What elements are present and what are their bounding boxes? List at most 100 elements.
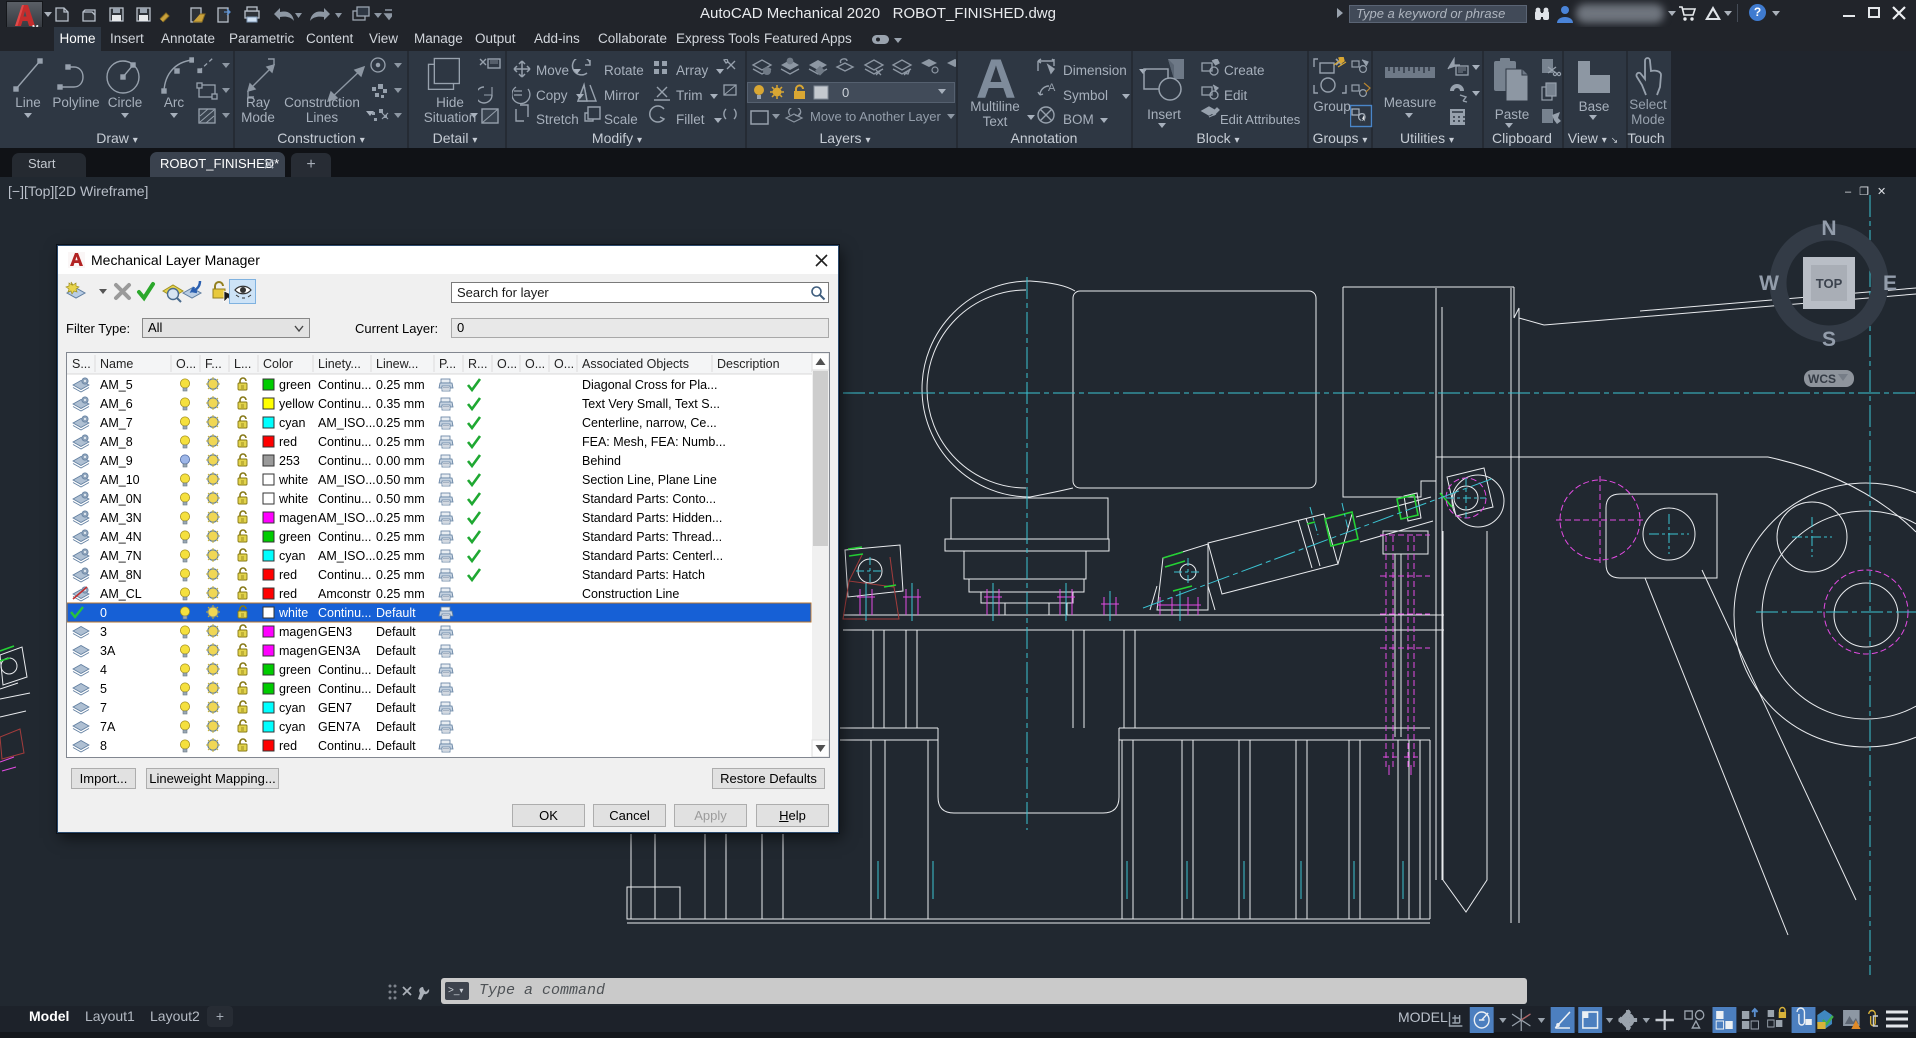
svg-text:green: green (279, 682, 311, 696)
svg-text:Construction Line: Construction Line (582, 587, 679, 601)
svg-text:FEA: Mesh, FEA: Numb...: FEA: Mesh, FEA: Numb... (582, 435, 726, 449)
svg-text:Continu...: Continu... (318, 378, 372, 392)
svg-text:Standard Parts: Hatch: Standard Parts: Hatch (582, 568, 705, 582)
svg-text:3: 3 (100, 625, 107, 639)
svg-text:0.25 mm: 0.25 mm (376, 587, 425, 601)
svg-text:WCS: WCS (1808, 372, 1836, 386)
svg-text:Color: Color (263, 357, 293, 371)
svg-text:green: green (279, 530, 311, 544)
svg-text:N: N (1821, 217, 1836, 240)
svg-text:Linety...: Linety... (318, 357, 361, 371)
svg-text:Default: Default (376, 739, 416, 753)
svg-text:GEN7: GEN7 (318, 701, 352, 715)
svg-text:Continu...: Continu... (318, 397, 372, 411)
svg-text:AM_8: AM_8 (100, 435, 133, 449)
svg-text:Description: Description (717, 357, 780, 371)
svg-text:AM_CL: AM_CL (100, 587, 142, 601)
svg-text:S: S (1822, 328, 1836, 351)
svg-text:O...: O... (554, 357, 574, 371)
svg-text:Default: Default (376, 682, 416, 696)
svg-text:W: W (1759, 272, 1779, 295)
svg-text:0.00 mm: 0.00 mm (376, 454, 425, 468)
svg-text:4: 4 (100, 663, 107, 677)
svg-text:3A: 3A (100, 644, 116, 658)
svg-text:Default: Default (376, 720, 416, 734)
svg-text:red: red (279, 435, 297, 449)
svg-text:0.50 mm: 0.50 mm (376, 473, 425, 487)
svg-text:Behind: Behind (582, 454, 621, 468)
svg-text:Section Line, Plane Line: Section Line, Plane Line (582, 473, 717, 487)
svg-text:7: 7 (100, 701, 107, 715)
svg-text:white: white (278, 492, 308, 506)
svg-text:AM_6: AM_6 (100, 397, 133, 411)
svg-text:Continu...: Continu... (318, 492, 372, 506)
svg-text:Standard Parts: Thread...: Standard Parts: Thread... (582, 530, 722, 544)
svg-text:AM_0N: AM_0N (100, 492, 142, 506)
svg-text:253: 253 (279, 454, 300, 468)
svg-text:AM_7N: AM_7N (100, 549, 142, 563)
svg-text:AM_9: AM_9 (100, 454, 133, 468)
svg-text:0.25 mm: 0.25 mm (376, 568, 425, 582)
svg-text:white: white (278, 606, 308, 620)
svg-text:Continu...: Continu... (318, 435, 372, 449)
svg-text:Associated Objects: Associated Objects (582, 357, 689, 371)
svg-text:Linew...: Linew... (376, 357, 418, 371)
svg-text:magen: magen (279, 644, 317, 658)
svg-text:0.25 mm: 0.25 mm (376, 378, 425, 392)
svg-text:GEN7A: GEN7A (318, 720, 361, 734)
svg-text:8: 8 (100, 739, 107, 753)
svg-text:A: A (1048, 82, 1056, 94)
svg-text:Continu...: Continu... (318, 530, 372, 544)
svg-text:P...: P... (439, 357, 456, 371)
svg-text:Continu...: Continu... (318, 739, 372, 753)
svg-text:AM_ISO...: AM_ISO... (318, 416, 376, 430)
svg-text:Continu...: Continu... (318, 606, 372, 620)
svg-text:O...: O... (176, 357, 196, 371)
svg-text:R...: R... (468, 357, 487, 371)
svg-text:AM_7: AM_7 (100, 416, 133, 430)
svg-text:magen: magen (279, 511, 317, 525)
svg-text:0.25 mm: 0.25 mm (376, 416, 425, 430)
svg-text:AM_4N: AM_4N (100, 530, 142, 544)
svg-text:0.25 mm: 0.25 mm (376, 435, 425, 449)
svg-text:0.25 mm: 0.25 mm (376, 511, 425, 525)
svg-text:Default: Default (376, 701, 416, 715)
svg-text:red: red (279, 568, 297, 582)
svg-text:GEN3A: GEN3A (318, 644, 361, 658)
svg-text:green: green (279, 378, 311, 392)
svg-text:5: 5 (100, 682, 107, 696)
svg-text:red: red (279, 739, 297, 753)
svg-text:Continu...: Continu... (318, 568, 372, 582)
svg-text:cyan: cyan (279, 416, 305, 430)
svg-text:Standard Parts: Centerl...: Standard Parts: Centerl... (582, 549, 723, 563)
svg-text:Amconstr: Amconstr (318, 587, 371, 601)
svg-text:green: green (279, 663, 311, 677)
svg-text:Default: Default (376, 606, 416, 620)
svg-text:cyan: cyan (279, 701, 305, 715)
svg-text:AM_8N: AM_8N (100, 568, 142, 582)
svg-text:Name: Name (100, 357, 133, 371)
svg-text:cyan: cyan (279, 720, 305, 734)
svg-text:red: red (279, 587, 297, 601)
svg-text:AM_3N: AM_3N (100, 511, 142, 525)
svg-text:Centerline, narrow, Ce...: Centerline, narrow, Ce... (582, 416, 717, 430)
svg-text:Continu...: Continu... (318, 663, 372, 677)
svg-text:cyan: cyan (279, 549, 305, 563)
svg-text:TOP: TOP (1816, 276, 1843, 291)
svg-text:AM_ISO...: AM_ISO... (318, 511, 376, 525)
svg-text:O...: O... (525, 357, 545, 371)
svg-text:E: E (1883, 272, 1897, 295)
svg-text:F...: F... (205, 357, 222, 371)
svg-text:Standard Parts: Conto...: Standard Parts: Conto... (582, 492, 716, 506)
svg-text:Text Very Small, Text S...: Text Very Small, Text S... (582, 397, 720, 411)
svg-text:AM_ISO...: AM_ISO... (318, 473, 376, 487)
svg-text:AM_ISO...: AM_ISO... (318, 549, 376, 563)
svg-text:0.35 mm: 0.35 mm (376, 397, 425, 411)
svg-text:0.25 mm: 0.25 mm (376, 549, 425, 563)
svg-text:AM_10: AM_10 (100, 473, 140, 487)
svg-text:L...: L... (234, 357, 251, 371)
svg-text:Continu...: Continu... (318, 454, 372, 468)
svg-text:Diagonal Cross for Pla...: Diagonal Cross for Pla... (582, 378, 717, 392)
svg-text:0.50 mm: 0.50 mm (376, 492, 425, 506)
svg-text:Default: Default (376, 663, 416, 677)
